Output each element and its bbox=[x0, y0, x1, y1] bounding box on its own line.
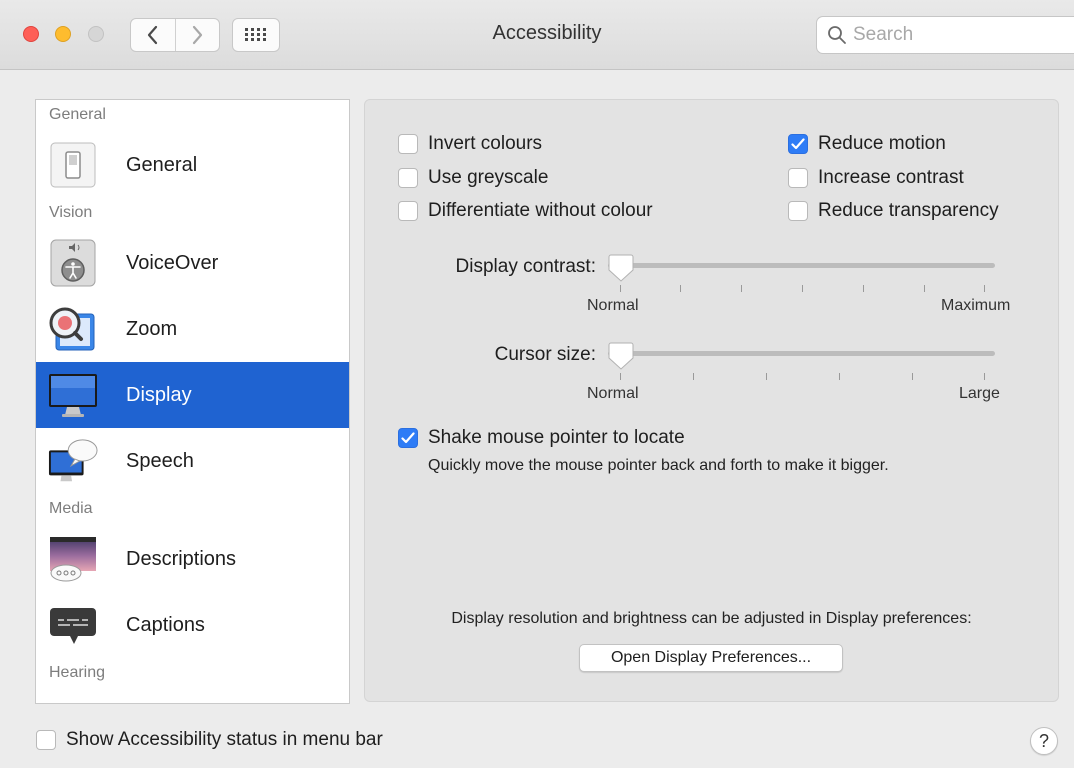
sidebar-item-voiceover[interactable]: VoiceOver bbox=[36, 230, 349, 296]
back-forward-group bbox=[130, 18, 220, 52]
chevron-right-icon bbox=[193, 25, 203, 45]
checkbox-box[interactable] bbox=[36, 730, 56, 750]
cursor-size-thumb[interactable] bbox=[607, 341, 635, 371]
slider-tick bbox=[984, 373, 985, 380]
voiceover-icon bbox=[48, 238, 98, 288]
close-button[interactable] bbox=[23, 26, 39, 42]
back-button[interactable] bbox=[131, 19, 175, 51]
sidebar-item-label: Zoom bbox=[126, 317, 178, 340]
cursor-size-track[interactable] bbox=[608, 351, 995, 356]
slider-tick bbox=[620, 285, 621, 292]
slider-tick bbox=[741, 285, 742, 292]
sidebar-item-speech[interactable]: Speech bbox=[36, 428, 349, 494]
open-display-preferences-button[interactable]: Open Display Preferences... bbox=[579, 644, 843, 672]
shake-mouse-pointer-checkbox[interactable]: Shake mouse pointer to locate bbox=[398, 427, 685, 449]
sidebar-item-label: VoiceOver bbox=[126, 251, 219, 274]
sidebar-item-label: Speech bbox=[126, 449, 194, 472]
increase-contrast-checkbox[interactable]: Increase contrast bbox=[788, 167, 964, 189]
checkbox-label: Show Accessibility status in menu bar bbox=[66, 729, 383, 750]
window-title: Accessibility bbox=[492, 22, 602, 44]
slider-tick bbox=[620, 373, 621, 380]
reduce-transparency-checkbox[interactable]: Reduce transparency bbox=[788, 200, 999, 222]
search-icon bbox=[828, 26, 846, 44]
display-contrast-max-label: Maximum bbox=[941, 297, 1011, 314]
slider-tick bbox=[680, 285, 681, 292]
checkbox-box[interactable] bbox=[398, 168, 418, 188]
descriptions-icon bbox=[48, 534, 98, 584]
sidebar-item-label: General bbox=[126, 153, 198, 176]
help-button[interactable]: ? bbox=[1030, 727, 1058, 755]
zoom-icon bbox=[48, 304, 98, 354]
show-all-button[interactable] bbox=[232, 18, 280, 52]
slider-tick bbox=[766, 373, 767, 380]
checkbox-label: Increase contrast bbox=[818, 167, 964, 188]
sidebar-item-label: Captions bbox=[126, 613, 205, 636]
display-contrast-min-label: Normal bbox=[587, 297, 639, 314]
differentiate-without-colour-checkbox[interactable]: Differentiate without colour bbox=[398, 200, 653, 222]
minimize-button[interactable] bbox=[55, 26, 71, 42]
checkbox-label: Invert colours bbox=[428, 133, 543, 154]
checkbox-label: Reduce motion bbox=[818, 133, 946, 154]
checkbox-label: Reduce transparency bbox=[818, 200, 999, 221]
checkbox-box[interactable] bbox=[398, 201, 418, 221]
display-contrast-label: Display contrast: bbox=[455, 256, 596, 277]
search-field[interactable] bbox=[816, 16, 1074, 54]
captions-icon bbox=[48, 600, 98, 650]
sidebar-item-zoom[interactable]: Zoom bbox=[36, 296, 349, 362]
cursor-size-label: Cursor size: bbox=[494, 344, 596, 365]
reduce-motion-checkbox[interactable]: Reduce motion bbox=[788, 133, 946, 155]
display-preferences-note: Display resolution and brightness can be… bbox=[451, 610, 972, 627]
checkbox-box[interactable] bbox=[788, 168, 808, 188]
sidebar-item-label: Descriptions bbox=[126, 547, 237, 570]
section-header-hearing: Hearing bbox=[49, 664, 106, 681]
section-header-general: General bbox=[49, 106, 106, 123]
checkbox-label: Differentiate without colour bbox=[428, 200, 653, 221]
invert-colours-checkbox[interactable]: Invert colours bbox=[398, 133, 542, 155]
checkbox-box[interactable] bbox=[398, 134, 418, 154]
checkbox-box[interactable] bbox=[788, 201, 808, 221]
checkbox-box[interactable] bbox=[788, 134, 808, 154]
checkbox-label: Use greyscale bbox=[428, 167, 549, 188]
checkbox-label: Shake mouse pointer to locate bbox=[428, 427, 685, 448]
section-header-media: Media bbox=[49, 500, 93, 517]
switch-icon bbox=[48, 140, 98, 190]
checkbox-box[interactable] bbox=[398, 428, 418, 448]
display-icon bbox=[48, 370, 98, 420]
sidebar-item-label: Display bbox=[126, 383, 192, 406]
display-contrast-track[interactable] bbox=[608, 263, 995, 268]
slider-tick bbox=[693, 373, 694, 380]
shake-description: Quickly move the mouse pointer back and … bbox=[428, 457, 889, 474]
slider-tick bbox=[984, 285, 985, 292]
slider-tick bbox=[863, 285, 864, 292]
section-header-vision: Vision bbox=[49, 204, 93, 221]
checkmark-icon bbox=[401, 432, 415, 444]
sidebar-item-captions[interactable]: Captions bbox=[36, 592, 349, 658]
slider-tick bbox=[924, 285, 925, 292]
slider-tick bbox=[802, 285, 803, 292]
sidebar-item-display[interactable]: Display bbox=[36, 362, 349, 428]
grid-icon bbox=[245, 28, 266, 41]
use-greyscale-checkbox[interactable]: Use greyscale bbox=[398, 167, 548, 189]
sidebar-item-general[interactable]: General bbox=[36, 132, 349, 198]
search-input[interactable] bbox=[853, 24, 1053, 46]
chevron-left-icon bbox=[147, 25, 157, 45]
title-bar: Accessibility bbox=[0, 0, 1074, 70]
speech-icon bbox=[48, 436, 98, 486]
slider-tick bbox=[839, 373, 840, 380]
zoom-button[interactable] bbox=[88, 26, 104, 42]
display-contrast-thumb[interactable] bbox=[607, 253, 635, 283]
category-sidebar: General General Vision VoiceOver Zoom Di… bbox=[35, 99, 350, 704]
show-status-in-menu-bar-checkbox[interactable]: Show Accessibility status in menu bar bbox=[36, 729, 383, 751]
sidebar-item-descriptions[interactable]: Descriptions bbox=[36, 526, 349, 592]
cursor-size-max-label: Large bbox=[959, 385, 1000, 402]
cursor-size-min-label: Normal bbox=[587, 385, 639, 402]
slider-tick bbox=[912, 373, 913, 380]
checkmark-icon bbox=[791, 138, 805, 150]
forward-button[interactable] bbox=[174, 19, 220, 51]
